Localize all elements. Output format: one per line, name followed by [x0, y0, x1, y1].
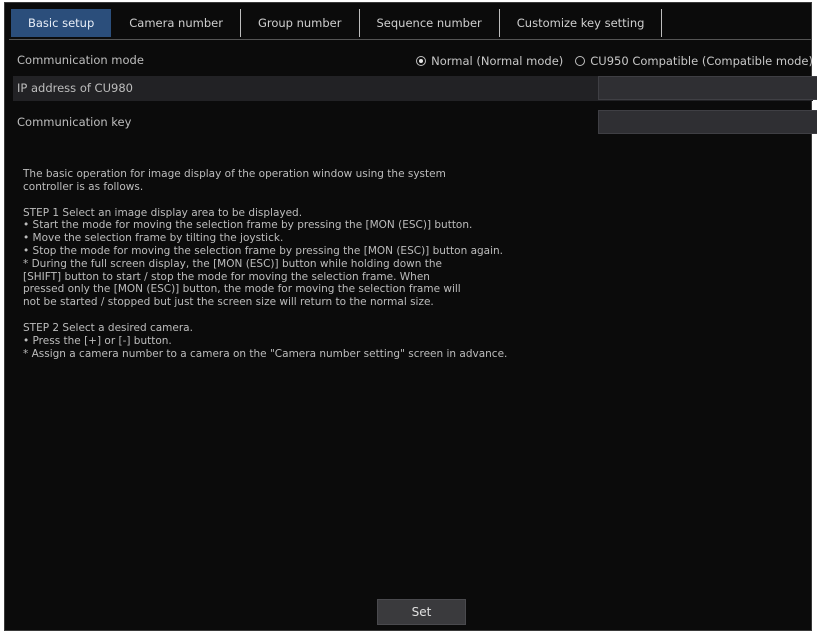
communication-mode-radio-group: Normal (Normal mode) CU950 Compatible (C… [416, 48, 813, 73]
step1-line: • Start the mode for moving the selectio… [23, 219, 473, 232]
radio-compatible-mode-label: CU950 Compatible (Compatible mode) [590, 53, 813, 68]
step2-note: * Assign a camera number to a camera on … [23, 347, 508, 360]
communication-mode-label: Communication mode [17, 53, 144, 67]
ip-address-row: IP address of CU980 [13, 76, 817, 101]
tab-camera-number[interactable]: Camera number [112, 9, 241, 37]
step1-note: * During the full screen display, the [M… [23, 257, 442, 270]
tab-bar: Basic setup Camera number Group number S… [11, 9, 663, 39]
radio-compatible-mode[interactable]: CU950 Compatible (Compatible mode) [575, 54, 813, 68]
communication-key-row: Communication key [13, 110, 817, 135]
radio-unselected-icon [575, 55, 586, 66]
radio-normal-mode-label: Normal (Normal mode) [431, 53, 564, 68]
step1-note: pressed only the [MON (ESC)] button, the… [23, 283, 461, 296]
step1-line: • Stop the mode for moving the selection… [23, 244, 504, 257]
tab-divider [9, 39, 811, 40]
set-button[interactable]: Set [377, 599, 466, 625]
step1-heading: STEP 1 Select an image display area to b… [23, 206, 303, 219]
step1-note: not be started / stopped but just the sc… [23, 296, 434, 309]
communication-mode-row: Communication mode Normal (Normal mode) … [13, 48, 813, 73]
communication-key-label: Communication key [17, 115, 132, 129]
tab-customize-key-setting[interactable]: Customize key setting [500, 9, 663, 37]
intro-line: The basic operation for image display of… [23, 168, 446, 180]
step2-line: • Press the [+] or [-] button. [23, 334, 172, 347]
intro-line: controller is as follows. [23, 180, 144, 193]
instructions-text: The basic operation for image display of… [23, 168, 583, 360]
radio-normal-mode[interactable]: Normal (Normal mode) [416, 54, 563, 68]
radio-selected-icon [416, 55, 427, 66]
settings-window: Basic setup Camera number Group number S… [4, 2, 817, 631]
communication-key-input[interactable] [598, 110, 817, 134]
step1-note: [SHIFT] button to start / stop the mode … [23, 270, 430, 283]
step1-line: • Move the selection frame by tilting th… [23, 232, 284, 245]
tab-sequence-number[interactable]: Sequence number [360, 9, 500, 37]
ip-address-input[interactable] [598, 76, 817, 100]
tab-basic-setup[interactable]: Basic setup [11, 9, 113, 37]
step2-heading: STEP 2 Select a desired camera. [23, 321, 193, 334]
ip-address-label: IP address of CU980 [17, 81, 133, 95]
tab-group-number[interactable]: Group number [241, 9, 360, 37]
